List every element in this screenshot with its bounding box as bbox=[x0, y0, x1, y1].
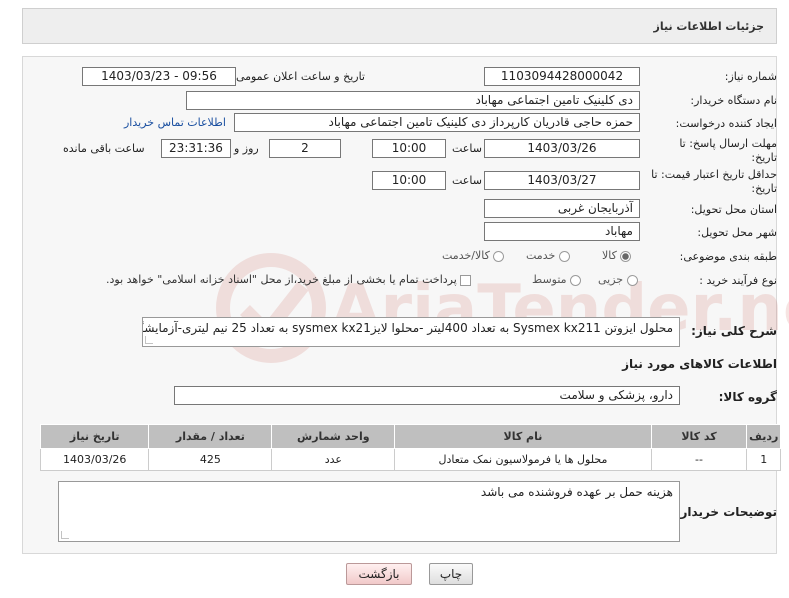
province-field: آذربایجان غربی bbox=[484, 199, 640, 218]
category-option-goods-service[interactable]: کالا/خدمت bbox=[442, 249, 505, 262]
cell-qty: 425 bbox=[148, 448, 273, 471]
back-button[interactable]: بازگشت bbox=[346, 563, 412, 585]
process-option-medium[interactable]: متوسط bbox=[532, 273, 582, 286]
description-field[interactable]: محلول ایزوتن Sysmex kx211 به تعداد 400لی… bbox=[142, 317, 680, 347]
page-frame: جزئیات اطلاعات نیاز AriaTender.neT شماره… bbox=[6, 0, 789, 598]
checkbox-icon[interactable] bbox=[460, 274, 472, 286]
buyer-org-label: نام دستگاه خریدار: bbox=[690, 94, 777, 107]
col-unit: واحد شمارش bbox=[271, 424, 396, 449]
resize-handle-icon[interactable] bbox=[61, 531, 69, 539]
buyer-notes-text: هزینه حمل بر عهده فروشنده می باشد bbox=[480, 485, 673, 499]
days-label: روز و bbox=[234, 142, 259, 155]
radio-icon[interactable] bbox=[626, 274, 638, 286]
category-option-goods[interactable]: کالا bbox=[602, 249, 632, 262]
col-date: تاریخ نیاز bbox=[39, 424, 150, 449]
description-text: محلول ایزوتن Sysmex kx211 به تعداد 400لی… bbox=[143, 321, 673, 335]
reply-deadline-label-date: تاریخ: bbox=[751, 151, 777, 164]
buyer-contact-link[interactable]: اطلاعات تماس خریدار bbox=[124, 116, 226, 129]
reply-deadline-label: مهلت ارسال پاسخ: تا bbox=[679, 137, 777, 150]
announce-date-label: تاریخ و ساعت اعلان عمومی: bbox=[232, 70, 365, 83]
city-field: مهاباد bbox=[484, 222, 640, 241]
col-qty: تعداد / مقدار bbox=[148, 424, 273, 449]
province-label: استان محل تحویل: bbox=[690, 203, 777, 216]
goods-group-field: دارو، پزشکی و سلامت bbox=[174, 386, 680, 405]
reply-time-label: ساعت bbox=[452, 142, 482, 155]
cell-name: محلول ها یا فرمولاسیون نمک متعادل bbox=[394, 448, 652, 471]
category-option-service[interactable]: خدمت bbox=[526, 249, 570, 262]
cell-unit: عدد bbox=[271, 448, 396, 471]
goods-group-label: گروه کالا: bbox=[718, 390, 777, 404]
radio-icon[interactable] bbox=[570, 274, 582, 286]
days-field: 2 bbox=[269, 139, 341, 158]
buyer-org-field: دی کلینیک تامین اجتماعی مهاباد bbox=[186, 91, 640, 110]
validity-label-date: تاریخ: bbox=[751, 182, 777, 195]
city-label: شهر محل تحویل: bbox=[697, 226, 777, 239]
cell-code: -- bbox=[650, 448, 748, 471]
page-title: جزئیات اطلاعات نیاز bbox=[22, 8, 777, 44]
process-option-minor[interactable]: جزیی bbox=[598, 273, 638, 286]
table-row: 1 -- محلول ها یا فرمولاسیون نمک متعادل ع… bbox=[39, 448, 781, 471]
reply-date-field: 1403/03/26 bbox=[484, 139, 640, 158]
col-code: کد کالا bbox=[650, 424, 748, 449]
validity-label: حداقل تاریخ اعتبار قیمت: تا bbox=[651, 168, 777, 181]
cell-index: 1 bbox=[746, 448, 781, 471]
radio-icon[interactable] bbox=[493, 250, 505, 262]
resize-handle-icon[interactable] bbox=[145, 336, 153, 344]
col-name: نام کالا bbox=[394, 424, 652, 449]
remaining-time-label: ساعت باقی مانده bbox=[63, 142, 145, 155]
requester-field: حمزه حاجی قادریان کارپرداز دی کلینیک تام… bbox=[234, 113, 640, 132]
process-label: نوع فرآیند خرید : bbox=[699, 274, 777, 287]
need-number-label: شماره نیاز: bbox=[724, 70, 777, 83]
print-button[interactable]: چاپ bbox=[429, 563, 473, 585]
remaining-time-field: 23:31:36 bbox=[161, 139, 231, 158]
treasury-payment-option[interactable]: پرداخت تمام یا بخشی از مبلغ خرید،از محل … bbox=[106, 273, 472, 286]
validity-time-label: ساعت bbox=[452, 174, 482, 187]
radio-icon[interactable] bbox=[558, 250, 570, 262]
reply-time-field: 10:00 bbox=[372, 139, 446, 158]
goods-table-header: ردیف کد کالا نام کالا واحد شمارش تعداد /… bbox=[39, 424, 781, 449]
col-index: ردیف bbox=[746, 424, 781, 449]
category-label: طبقه بندی موضوعی: bbox=[679, 250, 777, 263]
cell-date: 1403/03/26 bbox=[39, 448, 150, 471]
requester-label: ایجاد کننده درخواست: bbox=[675, 117, 777, 130]
goods-section-title: اطلاعات کالاهای مورد نیاز bbox=[622, 357, 777, 371]
goods-table: ردیف کد کالا نام کالا واحد شمارش تعداد /… bbox=[39, 424, 781, 471]
radio-selected-icon[interactable] bbox=[620, 250, 632, 262]
buyer-notes-field[interactable]: هزینه حمل بر عهده فروشنده می باشد bbox=[58, 481, 680, 542]
announce-date-field: 1403/03/23 - 09:56 bbox=[82, 67, 236, 86]
validity-time-field: 10:00 bbox=[372, 171, 446, 190]
need-number-field: 1103094428000042 bbox=[484, 67, 640, 86]
description-label: شرح کلی نیاز: bbox=[691, 324, 777, 338]
buyer-notes-label: توضیحات خریدار: bbox=[675, 505, 777, 519]
validity-date-field: 1403/03/27 bbox=[484, 171, 640, 190]
